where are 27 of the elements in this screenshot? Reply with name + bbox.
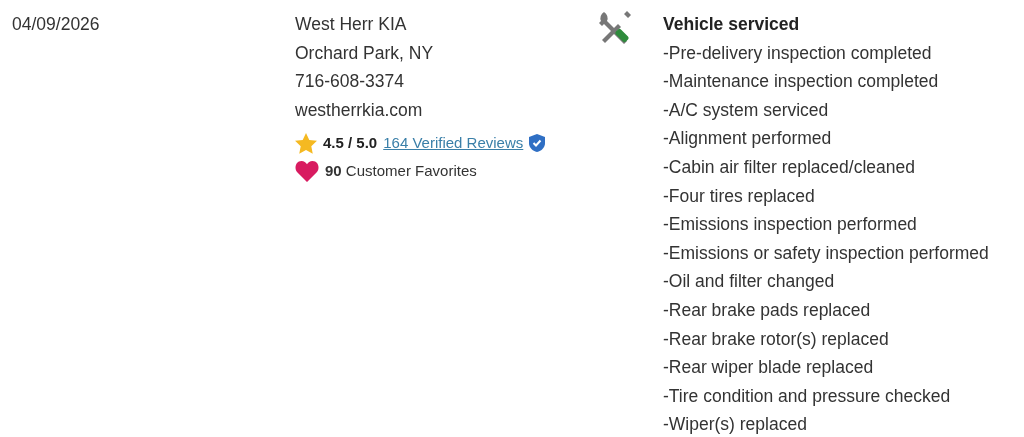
service-item: -Maintenance inspection completed	[663, 70, 939, 94]
favorites-text: 90 Customer Favorites	[325, 161, 477, 182]
service-item: -Rear brake rotor(s) replaced	[663, 327, 889, 351]
service-item: -Tire condition and pressure checked	[663, 384, 951, 408]
service-item: -Four tires replaced	[663, 184, 815, 208]
service-item: -Emissions inspection performed	[663, 213, 917, 237]
service-title: Vehicle serviced	[663, 13, 800, 36]
heart-icon	[295, 160, 319, 183]
verified-shield-icon	[529, 134, 546, 153]
service-item: -Rear wiper blade replaced	[663, 356, 874, 380]
dealer-website: westherrkia.com	[295, 98, 423, 122]
service-item: -Emissions or safety inspection performed	[663, 241, 989, 265]
service-item: -Cabin air filter replaced/cleaned	[663, 155, 915, 179]
service-item: -Oil and filter changed	[663, 270, 835, 294]
reviews-link[interactable]: 164 Verified Reviews	[383, 132, 524, 155]
service-item: -Pre-delivery inspection completed	[663, 41, 932, 65]
star-icon	[295, 132, 317, 154]
service-date: 04/09/2026	[12, 13, 101, 36]
service-item: -Wiper(s) replaced	[663, 413, 807, 437]
service-item: -A/C system serviced	[663, 98, 829, 122]
wrench-screwdriver-icon	[598, 10, 632, 44]
rating-text: 4.5 / 5.0	[323, 133, 378, 154]
dealer-phone: 716-608-3374	[295, 70, 404, 94]
service-item: -Alignment performed	[663, 127, 832, 151]
dealer-name: West Herr KIA	[295, 13, 407, 36]
service-item: -Rear brake pads replaced	[663, 298, 871, 322]
dealer-location: Orchard Park, NY	[295, 41, 434, 65]
